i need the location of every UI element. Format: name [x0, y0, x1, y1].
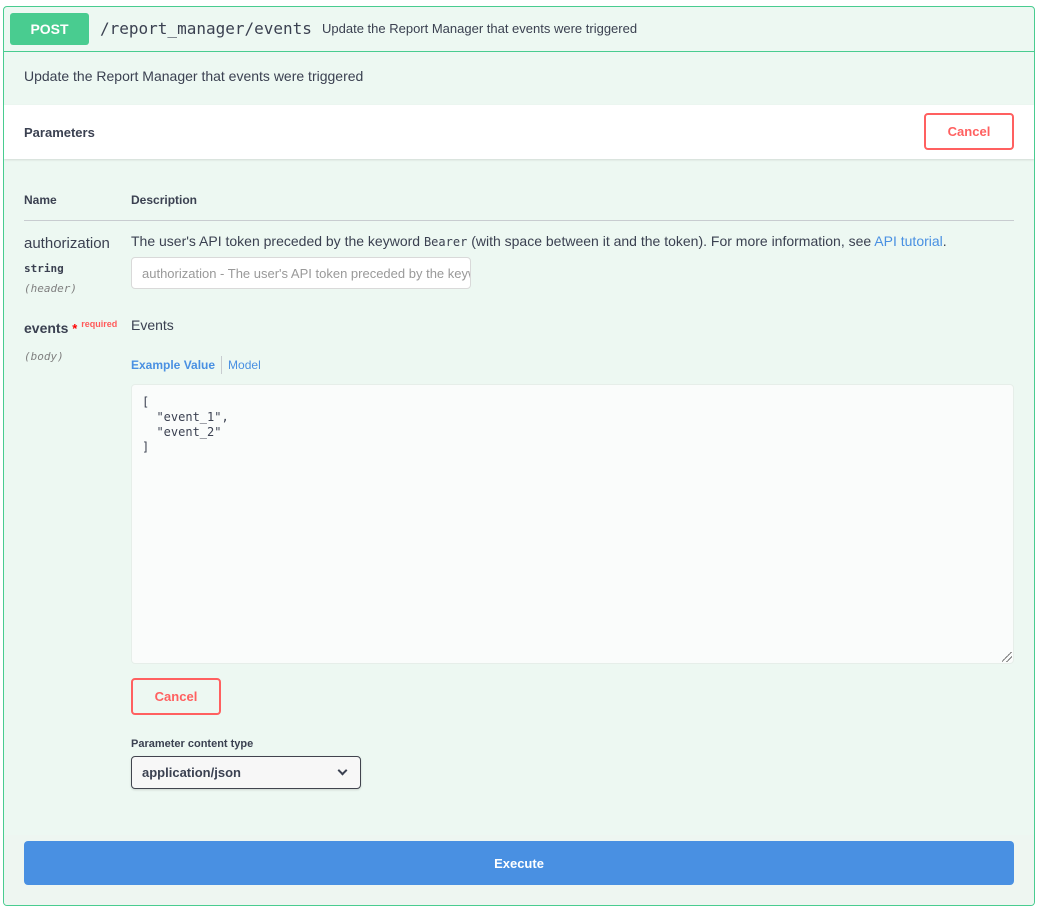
name-column-header: Name	[24, 193, 57, 207]
request-body-textarea[interactable]: [ "event_1", "event_2" ]	[131, 384, 1014, 664]
tab-model[interactable]: Model	[228, 358, 261, 372]
operation-summary[interactable]: POST /report_manager/events Update the R…	[4, 7, 1034, 52]
description-column-header: Description	[131, 193, 198, 207]
parameters-header: Parameters Cancel	[4, 105, 1034, 159]
example-model-tabs: Example Value Model	[131, 356, 261, 374]
chevron-down-icon	[337, 765, 348, 776]
execute-button[interactable]: Execute	[24, 841, 1014, 885]
operation-block: POST /report_manager/events Update the R…	[3, 6, 1035, 906]
authorization-input[interactable]: authorization - The user's API token pre…	[131, 257, 471, 289]
api-tutorial-link[interactable]: API tutorial	[874, 233, 942, 249]
content-type-label: Parameter content type	[131, 738, 254, 750]
parameters-title: Parameters	[24, 125, 95, 140]
required-label: required	[81, 319, 118, 329]
param-name-events: events * required	[24, 319, 118, 336]
param-in-body: (body)	[24, 350, 64, 363]
header-divider	[24, 220, 1014, 221]
try-out-cancel-button[interactable]: Cancel	[924, 113, 1014, 150]
param-name-authorization: authorization	[24, 235, 110, 252]
param-description-events: Events	[131, 317, 174, 333]
operation-description: Update the Report Manager that events we…	[24, 68, 364, 84]
required-star: *	[72, 321, 78, 336]
content-type-select[interactable]: application/json	[131, 756, 361, 789]
tab-separator	[221, 356, 223, 374]
content-type-value: application/json	[142, 765, 241, 780]
param-description-authorization: The user's API token preceded by the key…	[131, 233, 947, 249]
bearer-keyword: Bearer	[423, 235, 468, 249]
body-cancel-button[interactable]: Cancel	[131, 678, 221, 715]
param-in-header: (header)	[24, 282, 77, 295]
operation-summary-text: Update the Report Manager that events we…	[322, 21, 638, 36]
operation-path: /report_manager/events	[100, 19, 312, 38]
http-method-badge: POST	[10, 13, 89, 45]
param-type-string: string	[24, 262, 64, 275]
tab-example-value[interactable]: Example Value	[131, 358, 221, 372]
